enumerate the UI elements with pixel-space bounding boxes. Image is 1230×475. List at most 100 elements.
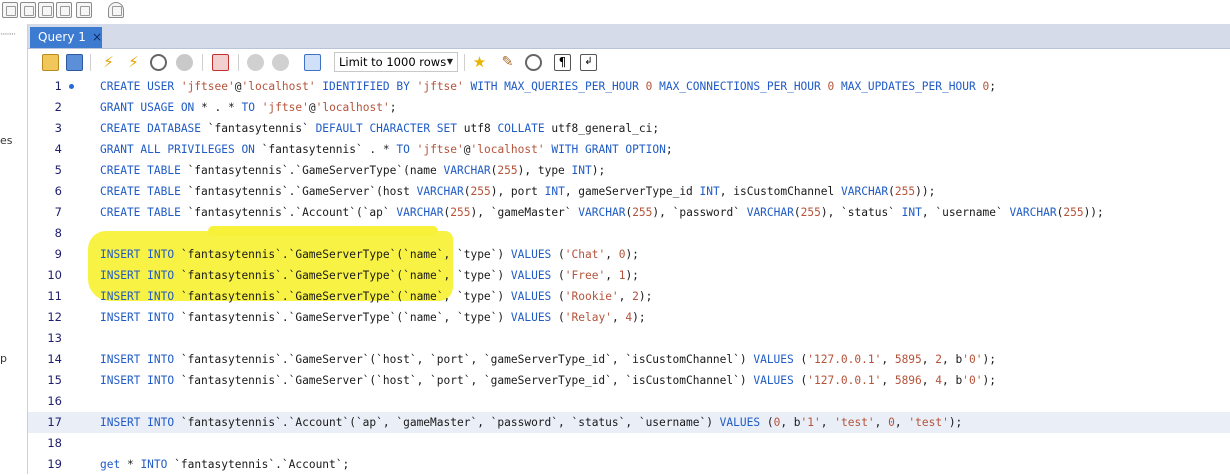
code-line[interactable]: 17 INSERT INTO `fantasytennis`.`Account`(… bbox=[28, 412, 1230, 433]
code-token: , bbox=[611, 311, 626, 324]
code-token: `fantasytennis` . * bbox=[261, 143, 397, 156]
code-token: IDENTIFIED BY bbox=[315, 80, 417, 93]
beautify-icon[interactable]: ✎ bbox=[499, 54, 516, 71]
code-token: VARCHAR bbox=[746, 206, 794, 219]
execute-current-icon[interactable]: ⚡ bbox=[125, 54, 142, 71]
code-line[interactable]: 9 INSERT INTO `fantasytennis`.`GameServer… bbox=[28, 244, 1230, 265]
code-token: VARCHAR bbox=[416, 185, 464, 198]
code-token: `fantasytennis`.`GameServer`(host bbox=[187, 185, 417, 198]
code-token: 'jftse' bbox=[416, 80, 464, 93]
autocommit-icon[interactable] bbox=[304, 54, 321, 71]
code-token: 'jftse' bbox=[261, 101, 309, 114]
sql-editor[interactable]: 1 CREATE USER 'jftsee'@'localhost' IDENTI… bbox=[28, 76, 1230, 474]
add-snippet-icon[interactable]: ★ bbox=[471, 54, 488, 71]
code-token: '127.0.0.1' bbox=[807, 374, 882, 387]
word-wrap-icon[interactable]: ↲ bbox=[580, 54, 597, 71]
code-token: 4 bbox=[935, 374, 943, 387]
code-line[interactable]: 10 INSERT INTO `fantasytennis`.`GameServe… bbox=[28, 265, 1230, 286]
code-line[interactable]: 16 bbox=[28, 391, 1230, 412]
code-line[interactable]: 8 bbox=[28, 223, 1230, 244]
line-number: 1 bbox=[54, 79, 62, 93]
invisible-chars-icon[interactable]: ¶ bbox=[554, 54, 571, 71]
code-line[interactable]: 13 bbox=[28, 328, 1230, 349]
code-token: , bbox=[881, 374, 895, 387]
code-token: CREATE DATABASE bbox=[100, 122, 208, 135]
create-schema-icon[interactable] bbox=[56, 2, 72, 18]
search-table-data-icon[interactable] bbox=[76, 2, 92, 18]
code-line[interactable]: 11 INSERT INTO `fantasytennis`.`GameServe… bbox=[28, 286, 1230, 307]
tab-query-1[interactable]: Query 1 × bbox=[30, 27, 102, 48]
commit-icon[interactable] bbox=[247, 54, 264, 71]
code-token: ); bbox=[625, 248, 639, 261]
code-token: ( bbox=[793, 206, 801, 219]
code-text: GRANT USAGE ON * . * TO 'jftse'@'localho… bbox=[100, 97, 396, 118]
execute-icon[interactable]: ⚡ bbox=[100, 54, 117, 71]
code-token: '0' bbox=[962, 374, 983, 387]
line-number: 5 bbox=[54, 163, 62, 177]
code-token: , bbox=[820, 416, 835, 429]
code-line[interactable]: 6 CREATE TABLE `fantasytennis`.`GameServe… bbox=[28, 181, 1230, 202]
code-token: ( bbox=[558, 311, 565, 324]
code-token: WITH MAX_QUERIES_PER_HOUR bbox=[463, 80, 646, 93]
code-line[interactable]: 1 CREATE USER 'jftsee'@'localhost' IDENTI… bbox=[28, 76, 1230, 97]
line-number: 13 bbox=[47, 331, 62, 345]
code-token: , bbox=[605, 269, 619, 282]
code-line[interactable]: 4 GRANT ALL PRIVILEGES ON `fantasytennis`… bbox=[28, 139, 1230, 160]
code-token: INT bbox=[544, 185, 565, 198]
code-line[interactable]: 2 GRANT USAGE ON * . * TO 'jftse'@'localh… bbox=[28, 97, 1230, 118]
code-token: VARCHAR bbox=[578, 206, 626, 219]
code-token: ( bbox=[558, 248, 565, 261]
code-line[interactable]: 19 get * INTO `fantasytennis`.`Account`; bbox=[28, 454, 1230, 475]
code-token: get bbox=[100, 458, 127, 471]
close-tab-icon[interactable]: × bbox=[90, 27, 104, 47]
code-token: `fantasytennis`.`Account`(`ap`, `gameMas… bbox=[180, 416, 720, 429]
code-line[interactable]: 3 CREATE DATABASE `fantasytennis` DEFAULT… bbox=[28, 118, 1230, 139]
code-token: 0 bbox=[888, 416, 895, 429]
stop-icon[interactable] bbox=[176, 54, 193, 71]
code-line[interactable]: 18 bbox=[28, 433, 1230, 454]
panel-label-2: p bbox=[0, 352, 7, 365]
find-icon[interactable] bbox=[525, 54, 542, 71]
line-number: 6 bbox=[54, 184, 62, 198]
reconnect-icon[interactable] bbox=[108, 2, 124, 18]
limit-rows-select[interactable]: Limit to 1000 rows ▼ bbox=[334, 52, 458, 72]
open-inspector-icon[interactable] bbox=[38, 2, 54, 18]
code-token: 2 bbox=[935, 353, 943, 366]
line-number: 7 bbox=[54, 205, 62, 219]
statement-marker-icon bbox=[69, 84, 74, 89]
open-sql-icon[interactable] bbox=[20, 2, 36, 18]
code-token: 'Free' bbox=[564, 269, 606, 282]
save-icon[interactable] bbox=[66, 54, 83, 71]
open-file-icon[interactable] bbox=[42, 54, 59, 71]
code-token: 'localhost' bbox=[241, 80, 316, 93]
code-token: '1' bbox=[800, 416, 821, 429]
code-line[interactable]: 12 INSERT INTO `fantasytennis`.`GameServe… bbox=[28, 307, 1230, 328]
code-line[interactable]: 15 INSERT INTO `fantasytennis`.`GameServe… bbox=[28, 370, 1230, 391]
toggle-error-icon[interactable] bbox=[212, 54, 229, 71]
code-line[interactable]: 7 CREATE TABLE `fantasytennis`.`Account`(… bbox=[28, 202, 1230, 223]
code-token: VALUES bbox=[510, 290, 559, 303]
code-token: `fantasytennis`.`GameServerType`(name bbox=[187, 164, 444, 177]
tab-label: Query 1 bbox=[38, 30, 86, 44]
rollback-icon[interactable] bbox=[272, 54, 289, 71]
code-text: INSERT INTO `fantasytennis`.`GameServerT… bbox=[100, 265, 639, 286]
editor-toolbar: ⚡ ⚡ Limit to 1000 rows ▼ ★ ✎ ¶ ↲ bbox=[28, 49, 1230, 77]
code-token: , b bbox=[780, 416, 801, 429]
code-token: INSERT INTO bbox=[100, 416, 181, 429]
explain-icon[interactable] bbox=[150, 54, 167, 71]
code-token: ( bbox=[558, 269, 565, 282]
code-token: @ bbox=[308, 101, 316, 114]
code-token: VARCHAR bbox=[841, 185, 889, 198]
line-number: 2 bbox=[54, 100, 62, 114]
code-token: VALUES bbox=[753, 374, 801, 387]
code-line[interactable]: 14 INSERT INTO `fantasytennis`.`GameServe… bbox=[28, 349, 1230, 370]
code-token: ); bbox=[948, 416, 963, 429]
code-token: ), type bbox=[517, 164, 572, 177]
panel-grip[interactable]: ········ bbox=[0, 30, 16, 40]
code-text: CREATE TABLE `fantasytennis`.`GameServer… bbox=[100, 181, 935, 202]
code-token: INSERT INTO bbox=[100, 269, 181, 282]
code-token: , bbox=[618, 290, 633, 303]
new-sql-tab-icon[interactable] bbox=[2, 2, 18, 18]
code-token: `fantasytennis`.`GameServer`(`host`, `po… bbox=[180, 353, 754, 366]
code-line[interactable]: 5 CREATE TABLE `fantasytennis`.`GameServe… bbox=[28, 160, 1230, 181]
